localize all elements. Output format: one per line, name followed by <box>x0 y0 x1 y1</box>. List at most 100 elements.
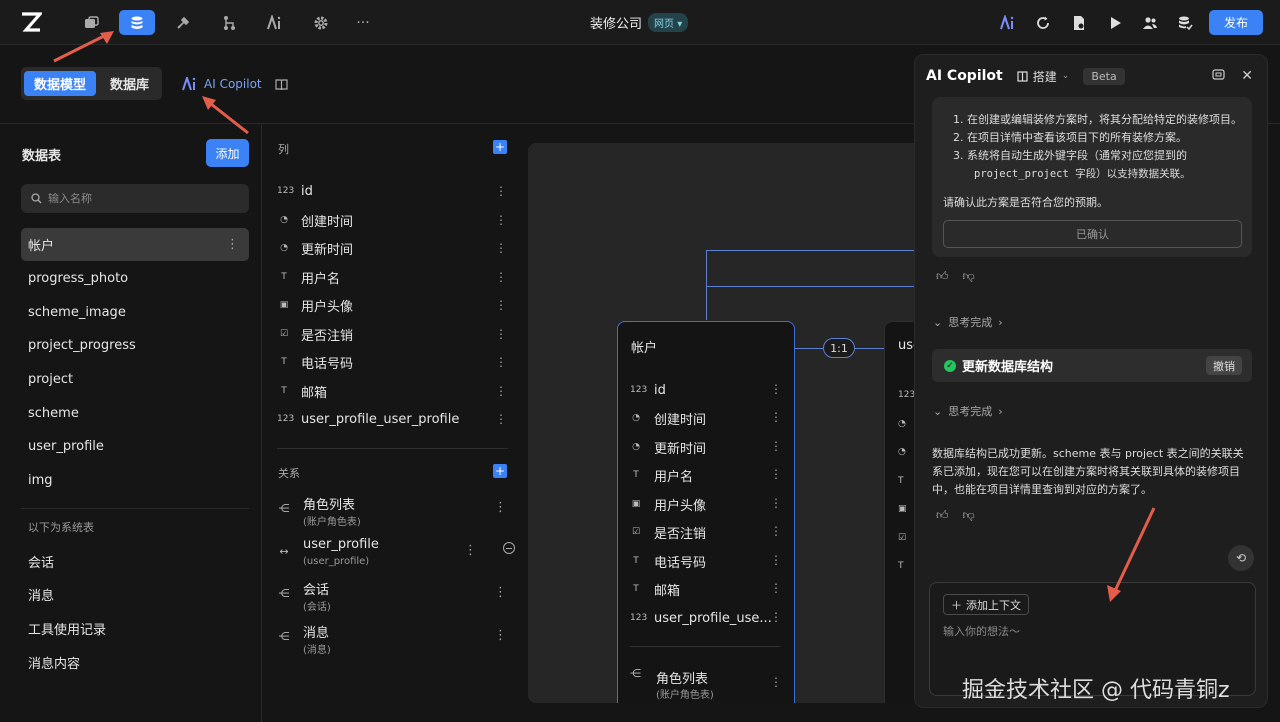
ai-assistant-icon[interactable] <box>990 10 1026 35</box>
database-icon[interactable] <box>119 10 155 35</box>
more-icon[interactable]: ⋮ <box>495 327 507 341</box>
card-field[interactable]: T 用户名 <box>630 465 780 485</box>
more-icon[interactable]: ⋮ <box>494 500 507 515</box>
more-icon[interactable]: ⋮ <box>495 355 507 369</box>
table-item-scheme-image[interactable]: scheme_image <box>21 296 249 329</box>
more-icon[interactable]: ⋮ <box>770 410 782 424</box>
table-card-account[interactable]: 帐户 123 id ⋮ ◔ 创建时间 ⋮ ◔ 更新时间 ⋮ T 用户名 ⋮ ▣ 用户头像 … <box>617 321 795 703</box>
add-context-button[interactable]: ＋ 添加上下文 <box>943 594 1029 615</box>
tab-database[interactable]: 数据库 <box>100 71 159 96</box>
settings-icon[interactable] <box>303 10 339 35</box>
column-row[interactable]: ☑ 是否注销 ⋮ <box>277 322 507 346</box>
add-relation-button[interactable]: + <box>493 464 507 478</box>
add-column-button[interactable]: + <box>493 140 507 154</box>
card-field[interactable]: 123 id <box>630 380 780 400</box>
card-field[interactable]: ☑ 是否注销 <box>630 522 780 542</box>
ai-copilot-button[interactable]: AI Copilot <box>182 77 262 91</box>
more-icon[interactable]: ⋮ <box>464 543 477 558</box>
new-chat-icon[interactable]: ⟲ <box>1228 545 1254 571</box>
card-field[interactable]: ◔ 更新时间 <box>630 437 780 457</box>
column-row[interactable]: ▣ 用户头像 ⋮ <box>277 293 507 317</box>
thinking-toggle[interactable]: ⌄ 思考完成 › <box>933 403 1003 419</box>
column-row[interactable]: 123 user_profile_user_profile ⋮ <box>277 407 507 431</box>
column-row[interactable]: T 电话号码 ⋮ <box>277 350 507 374</box>
workflow-icon[interactable] <box>211 10 247 35</box>
more-icon[interactable]: ⋮ <box>495 213 507 227</box>
column-row[interactable]: T 用户名 ⋮ <box>277 265 507 289</box>
er-diagram-canvas[interactable]: 1:1 帐户 123 id ⋮ ◔ 创建时间 ⋮ ◔ 更新时间 ⋮ T 用户名 ⋮ ▣ 用… <box>528 143 928 703</box>
more-icon[interactable]: ⋮ <box>770 467 782 481</box>
table-item-progress-photo[interactable]: progress_photo <box>21 262 249 295</box>
undo-button[interactable]: 撤销 <box>1206 356 1242 375</box>
users-icon[interactable] <box>1132 10 1168 35</box>
refresh-icon[interactable] <box>1025 10 1061 35</box>
more-icon[interactable]: ⋮ <box>770 524 782 538</box>
book-icon[interactable] <box>275 78 288 91</box>
more-icon[interactable]: ⋮ <box>770 610 782 624</box>
relation-ratio-badge[interactable]: 1:1 <box>823 338 855 358</box>
more-icon[interactable]: ⋮ <box>495 270 507 284</box>
more-icon[interactable]: ⋮ <box>495 412 507 426</box>
remove-relation-icon[interactable] <box>503 542 515 554</box>
tab-data-model[interactable]: 数据模型 <box>24 71 96 96</box>
play-icon[interactable] <box>1097 10 1133 35</box>
table-item-tool-usage[interactable]: 工具使用记录 <box>21 612 249 645</box>
document-settings-icon[interactable] <box>1061 10 1097 35</box>
table-item-user-profile[interactable]: user_profile <box>21 430 249 463</box>
card-field[interactable]: ◔ 创建时间 <box>630 408 780 428</box>
more-icon[interactable]: ⋮ <box>770 675 782 689</box>
top-bar: ··· 装修公司 网页 ▾ 发布 <box>0 0 1280 45</box>
relation-row[interactable]: ⋲ 会话 (会话) ⋮ <box>277 579 508 615</box>
column-row[interactable]: 123 id ⋮ <box>277 179 507 203</box>
table-item-account[interactable]: 帐户 ⋮ <box>21 228 249 261</box>
column-row[interactable]: ◔ 创建时间 ⋮ <box>277 208 507 232</box>
table-item-message-content[interactable]: 消息内容 <box>21 646 249 679</box>
more-icon[interactable]: ⋮ <box>770 581 782 595</box>
more-icon[interactable]: ⋮ <box>770 496 782 510</box>
column-row[interactable]: T 邮箱 ⋮ <box>277 379 507 403</box>
card-field[interactable]: T 邮箱 <box>630 579 780 599</box>
mode-dropdown[interactable]: 搭建 ⌄ <box>1017 68 1069 85</box>
more-icon[interactable]: ⋮ <box>495 241 507 255</box>
screenshot-icon[interactable] <box>1212 68 1225 81</box>
more-icon[interactable]: ⋮ <box>770 382 782 396</box>
more-icon[interactable]: ··· <box>345 10 381 35</box>
database-check-icon[interactable] <box>1167 10 1203 35</box>
relation-row[interactable]: ⋲ 消息 (消息) ⋮ <box>277 622 508 658</box>
more-icon[interactable]: ⋮ <box>495 384 507 398</box>
table-search-input[interactable] <box>48 192 228 205</box>
platform-dropdown[interactable]: 网页 ▾ <box>648 13 689 32</box>
relation-row[interactable]: ↔ user_profile (user_profile) ⋮ <box>277 537 515 573</box>
card-field[interactable]: T 电话号码 <box>630 551 780 571</box>
thumbs-up-icon[interactable]: 👍︎ <box>936 508 949 523</box>
add-table-button[interactable]: 添加 <box>206 139 249 167</box>
more-icon[interactable]: ⋮ <box>495 184 507 198</box>
confirmed-button[interactable]: 已确认 <box>943 220 1242 248</box>
more-icon[interactable]: ⋮ <box>770 553 782 567</box>
thumbs-down-icon[interactable]: 👎︎ <box>963 508 975 523</box>
more-icon[interactable]: ⋮ <box>494 585 507 600</box>
card-field[interactable]: 123 user_profile_use... <box>630 608 780 628</box>
relation-row[interactable]: ⋲ 角色列表 (账户角色表) ⋮ <box>277 494 508 530</box>
pages-icon[interactable] <box>73 10 109 35</box>
logo-icon[interactable] <box>20 11 42 33</box>
table-item-scheme[interactable]: scheme <box>21 397 249 430</box>
table-item-message[interactable]: 消息 <box>21 578 249 611</box>
column-row[interactable]: ◔ 更新时间 ⋮ <box>277 236 507 260</box>
more-icon[interactable]: ⋮ <box>226 237 239 252</box>
publish-button[interactable]: 发布 <box>1209 10 1263 35</box>
table-item-session[interactable]: 会话 <box>21 545 249 578</box>
card-field[interactable]: ▣ 用户头像 <box>630 494 780 514</box>
ai-icon[interactable] <box>257 10 293 35</box>
close-icon[interactable]: ✕ <box>1241 68 1253 84</box>
thumbs-up-icon[interactable]: 👍︎ <box>936 269 949 284</box>
thinking-toggle[interactable]: ⌄ 思考完成 › <box>933 314 1003 330</box>
more-icon[interactable]: ⋮ <box>770 439 782 453</box>
table-item-project[interactable]: project <box>21 363 249 396</box>
table-item-project-progress[interactable]: project_progress <box>21 329 249 362</box>
more-icon[interactable]: ⋮ <box>495 298 507 312</box>
table-item-img[interactable]: img <box>21 464 249 497</box>
more-icon[interactable]: ⋮ <box>494 628 507 643</box>
thumbs-down-icon[interactable]: 👎︎ <box>963 269 975 284</box>
plugin-icon[interactable] <box>165 10 201 35</box>
